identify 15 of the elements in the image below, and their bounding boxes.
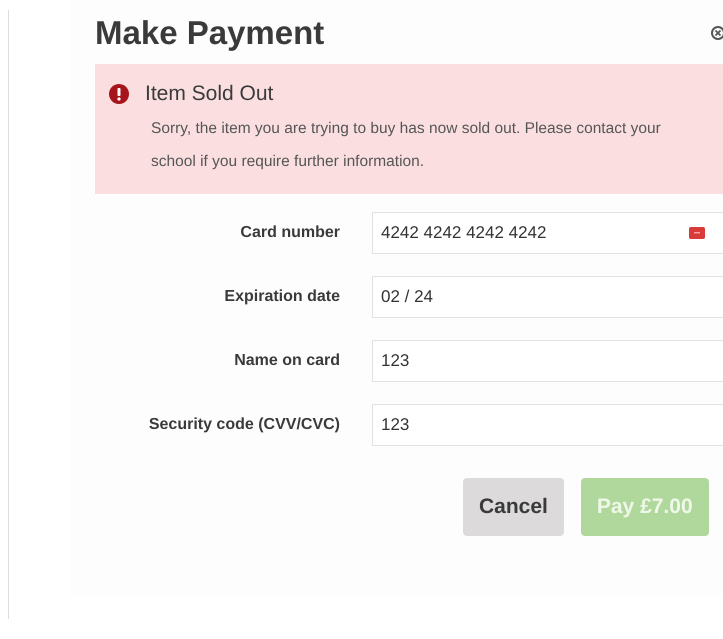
card-icon <box>689 227 705 239</box>
alert-message: Sorry, the item you are trying to buy has now sold out. Please contact your school if you require further information. <box>151 119 661 172</box>
field-label: Security code (CVV/CVC) <box>148 416 340 434</box>
input-field[interactable]: 4242 4242 4242 4242 <box>372 212 723 254</box>
input-field[interactable]: 123 <box>372 340 723 382</box>
field-label: Card number <box>239 224 340 242</box>
cancel-button[interactable]: Cancel <box>463 478 564 536</box>
error-icon <box>109 84 129 104</box>
input-field[interactable]: 123 <box>372 404 723 446</box>
dialog-title: Make Payment <box>95 14 324 52</box>
close-icon[interactable] <box>711 26 723 40</box>
alert-title: Item Sold Out <box>145 82 274 106</box>
field-label: Name on card <box>233 352 340 370</box>
input-field[interactable]: 02 / 24 <box>372 276 723 318</box>
field-label: Expiration date <box>223 288 340 306</box>
